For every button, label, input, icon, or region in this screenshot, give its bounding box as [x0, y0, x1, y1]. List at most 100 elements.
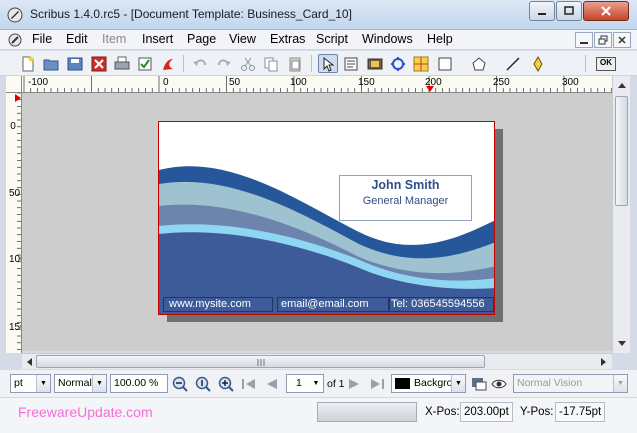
mdi-minimize-button[interactable]: [575, 32, 593, 48]
horizontal-scrollbar[interactable]: [22, 353, 612, 369]
copy-button[interactable]: [261, 54, 281, 73]
save-button[interactable]: [65, 54, 85, 73]
menu-script[interactable]: Script: [316, 32, 348, 46]
horizontal-ruler[interactable]: -100 0 50 100 150 200 250 300: [22, 76, 612, 93]
y-position-label: Y-Pos:: [520, 406, 554, 418]
cut-icon: [241, 57, 255, 71]
close-document-icon: [91, 56, 107, 71]
preview-quality-select[interactable]: Normal ▼: [54, 374, 107, 393]
visual-appearance-select[interactable]: Normal Vision ▼: [513, 374, 628, 393]
x-position-label: X-Pos:: [425, 406, 460, 418]
horizontal-scroll-thumb[interactable]: [36, 355, 485, 368]
next-page-button[interactable]: [345, 375, 363, 393]
export-pdf-button[interactable]: [158, 54, 178, 73]
polygon-button[interactable]: [469, 54, 489, 73]
chevron-down-icon: ▼: [309, 375, 323, 392]
maximize-button[interactable]: [556, 1, 582, 21]
toggle-color-management-button[interactable]: [490, 375, 508, 393]
cut-button[interactable]: [238, 54, 258, 73]
ruler-corner: [6, 76, 22, 93]
menu-page[interactable]: Page: [187, 32, 216, 46]
render-frame-button[interactable]: [388, 54, 408, 73]
paste-button[interactable]: [285, 54, 305, 73]
title-bar: Scribus 1.4.0.rc5 - [Document Template: …: [0, 0, 637, 30]
zoom-input[interactable]: 100.00 %: [110, 374, 168, 393]
scroll-right-button[interactable]: [598, 356, 608, 367]
preview-quality-value: Normal: [58, 377, 92, 389]
restore-icon: [598, 35, 608, 45]
print-button[interactable]: [112, 54, 132, 73]
menu-edit[interactable]: Edit: [66, 32, 88, 46]
minimize-button[interactable]: [529, 1, 555, 21]
new-document-button[interactable]: [18, 54, 38, 73]
document-canvas[interactable]: John Smith General Manager www.mysite.co…: [22, 93, 612, 351]
name-text-frame[interactable]: John Smith General Manager: [339, 175, 472, 221]
card-email: email@email.com: [281, 298, 369, 310]
preflight-button[interactable]: [135, 54, 155, 73]
menu-insert[interactable]: Insert: [142, 32, 173, 46]
save-icon: [67, 57, 83, 70]
mdi-restore-button[interactable]: [594, 32, 612, 48]
view-preview-button[interactable]: [470, 375, 488, 393]
export-pdf-icon: [163, 58, 173, 70]
page-select-value: 1: [296, 377, 302, 389]
text-frame-button[interactable]: [341, 54, 361, 73]
redo-button[interactable]: [214, 54, 234, 73]
ruler-label: 100: [290, 77, 307, 88]
mdi-close-button[interactable]: [613, 32, 631, 48]
scroll-down-button[interactable]: [616, 338, 627, 348]
redo-icon: [218, 58, 231, 66]
new-document-icon: [22, 56, 34, 71]
copy-icon: [264, 57, 278, 71]
line-button[interactable]: [503, 54, 523, 73]
shape-button[interactable]: [435, 54, 455, 73]
watermark-text: FreewareUpdate.com: [18, 404, 153, 420]
menu-extras[interactable]: Extras: [270, 32, 305, 46]
scroll-up-button[interactable]: [616, 80, 627, 90]
business-card-page[interactable]: John Smith General Manager www.mysite.co…: [158, 121, 495, 315]
ruler-label: 250: [493, 77, 510, 88]
paste-icon: [289, 57, 301, 71]
bezier-button[interactable]: [528, 54, 548, 73]
last-page-button[interactable]: [368, 375, 386, 393]
zoom-reset-icon: [195, 376, 211, 392]
zoom-out-button[interactable]: [171, 375, 189, 393]
menu-windows[interactable]: Windows: [362, 32, 413, 46]
vertical-ruler[interactable]: 0 50 100 150: [6, 93, 22, 353]
table-button[interactable]: [411, 54, 431, 73]
image-frame-icon: [367, 58, 383, 69]
select-tool-button[interactable]: [318, 54, 338, 73]
chevron-down-icon: ▼: [613, 375, 627, 392]
first-page-button[interactable]: [240, 375, 258, 393]
image-frame-button[interactable]: [365, 54, 385, 73]
layer-select[interactable]: Backgrou ▼: [391, 374, 466, 393]
page-select[interactable]: 1 ▼: [286, 374, 324, 393]
undo-button[interactable]: [190, 54, 210, 73]
document-icon[interactable]: [8, 33, 22, 47]
zoom-out-icon: [172, 376, 188, 392]
menu-view[interactable]: View: [229, 32, 256, 46]
menu-item[interactable]: Item: [102, 32, 126, 46]
chevron-up-icon: [617, 82, 626, 88]
zoom-in-button[interactable]: [217, 375, 235, 393]
ruler-label: 150: [9, 322, 21, 333]
vertical-scroll-thumb[interactable]: [615, 96, 628, 206]
unit-select[interactable]: pt ▼: [10, 374, 51, 393]
previous-page-button[interactable]: [263, 375, 281, 393]
open-button[interactable]: [41, 54, 61, 73]
vertical-scrollbar[interactable]: [612, 76, 630, 353]
close-window-button[interactable]: [583, 1, 629, 21]
preview-mode-icon: [472, 378, 487, 391]
scroll-left-button[interactable]: [24, 356, 34, 367]
ruler-label: 100: [9, 254, 21, 265]
close-icon: [601, 6, 611, 16]
zoom-100-button[interactable]: [194, 375, 212, 393]
ruler-label: -100: [28, 77, 49, 88]
menu-file[interactable]: File: [32, 32, 52, 46]
close-document-button[interactable]: [89, 54, 109, 73]
menu-help[interactable]: Help: [427, 32, 453, 46]
chevron-down-icon: [617, 340, 626, 346]
pdf-tools-button[interactable]: OK: [594, 54, 618, 73]
line-icon: [506, 56, 520, 71]
chevron-right-icon: [600, 357, 606, 366]
